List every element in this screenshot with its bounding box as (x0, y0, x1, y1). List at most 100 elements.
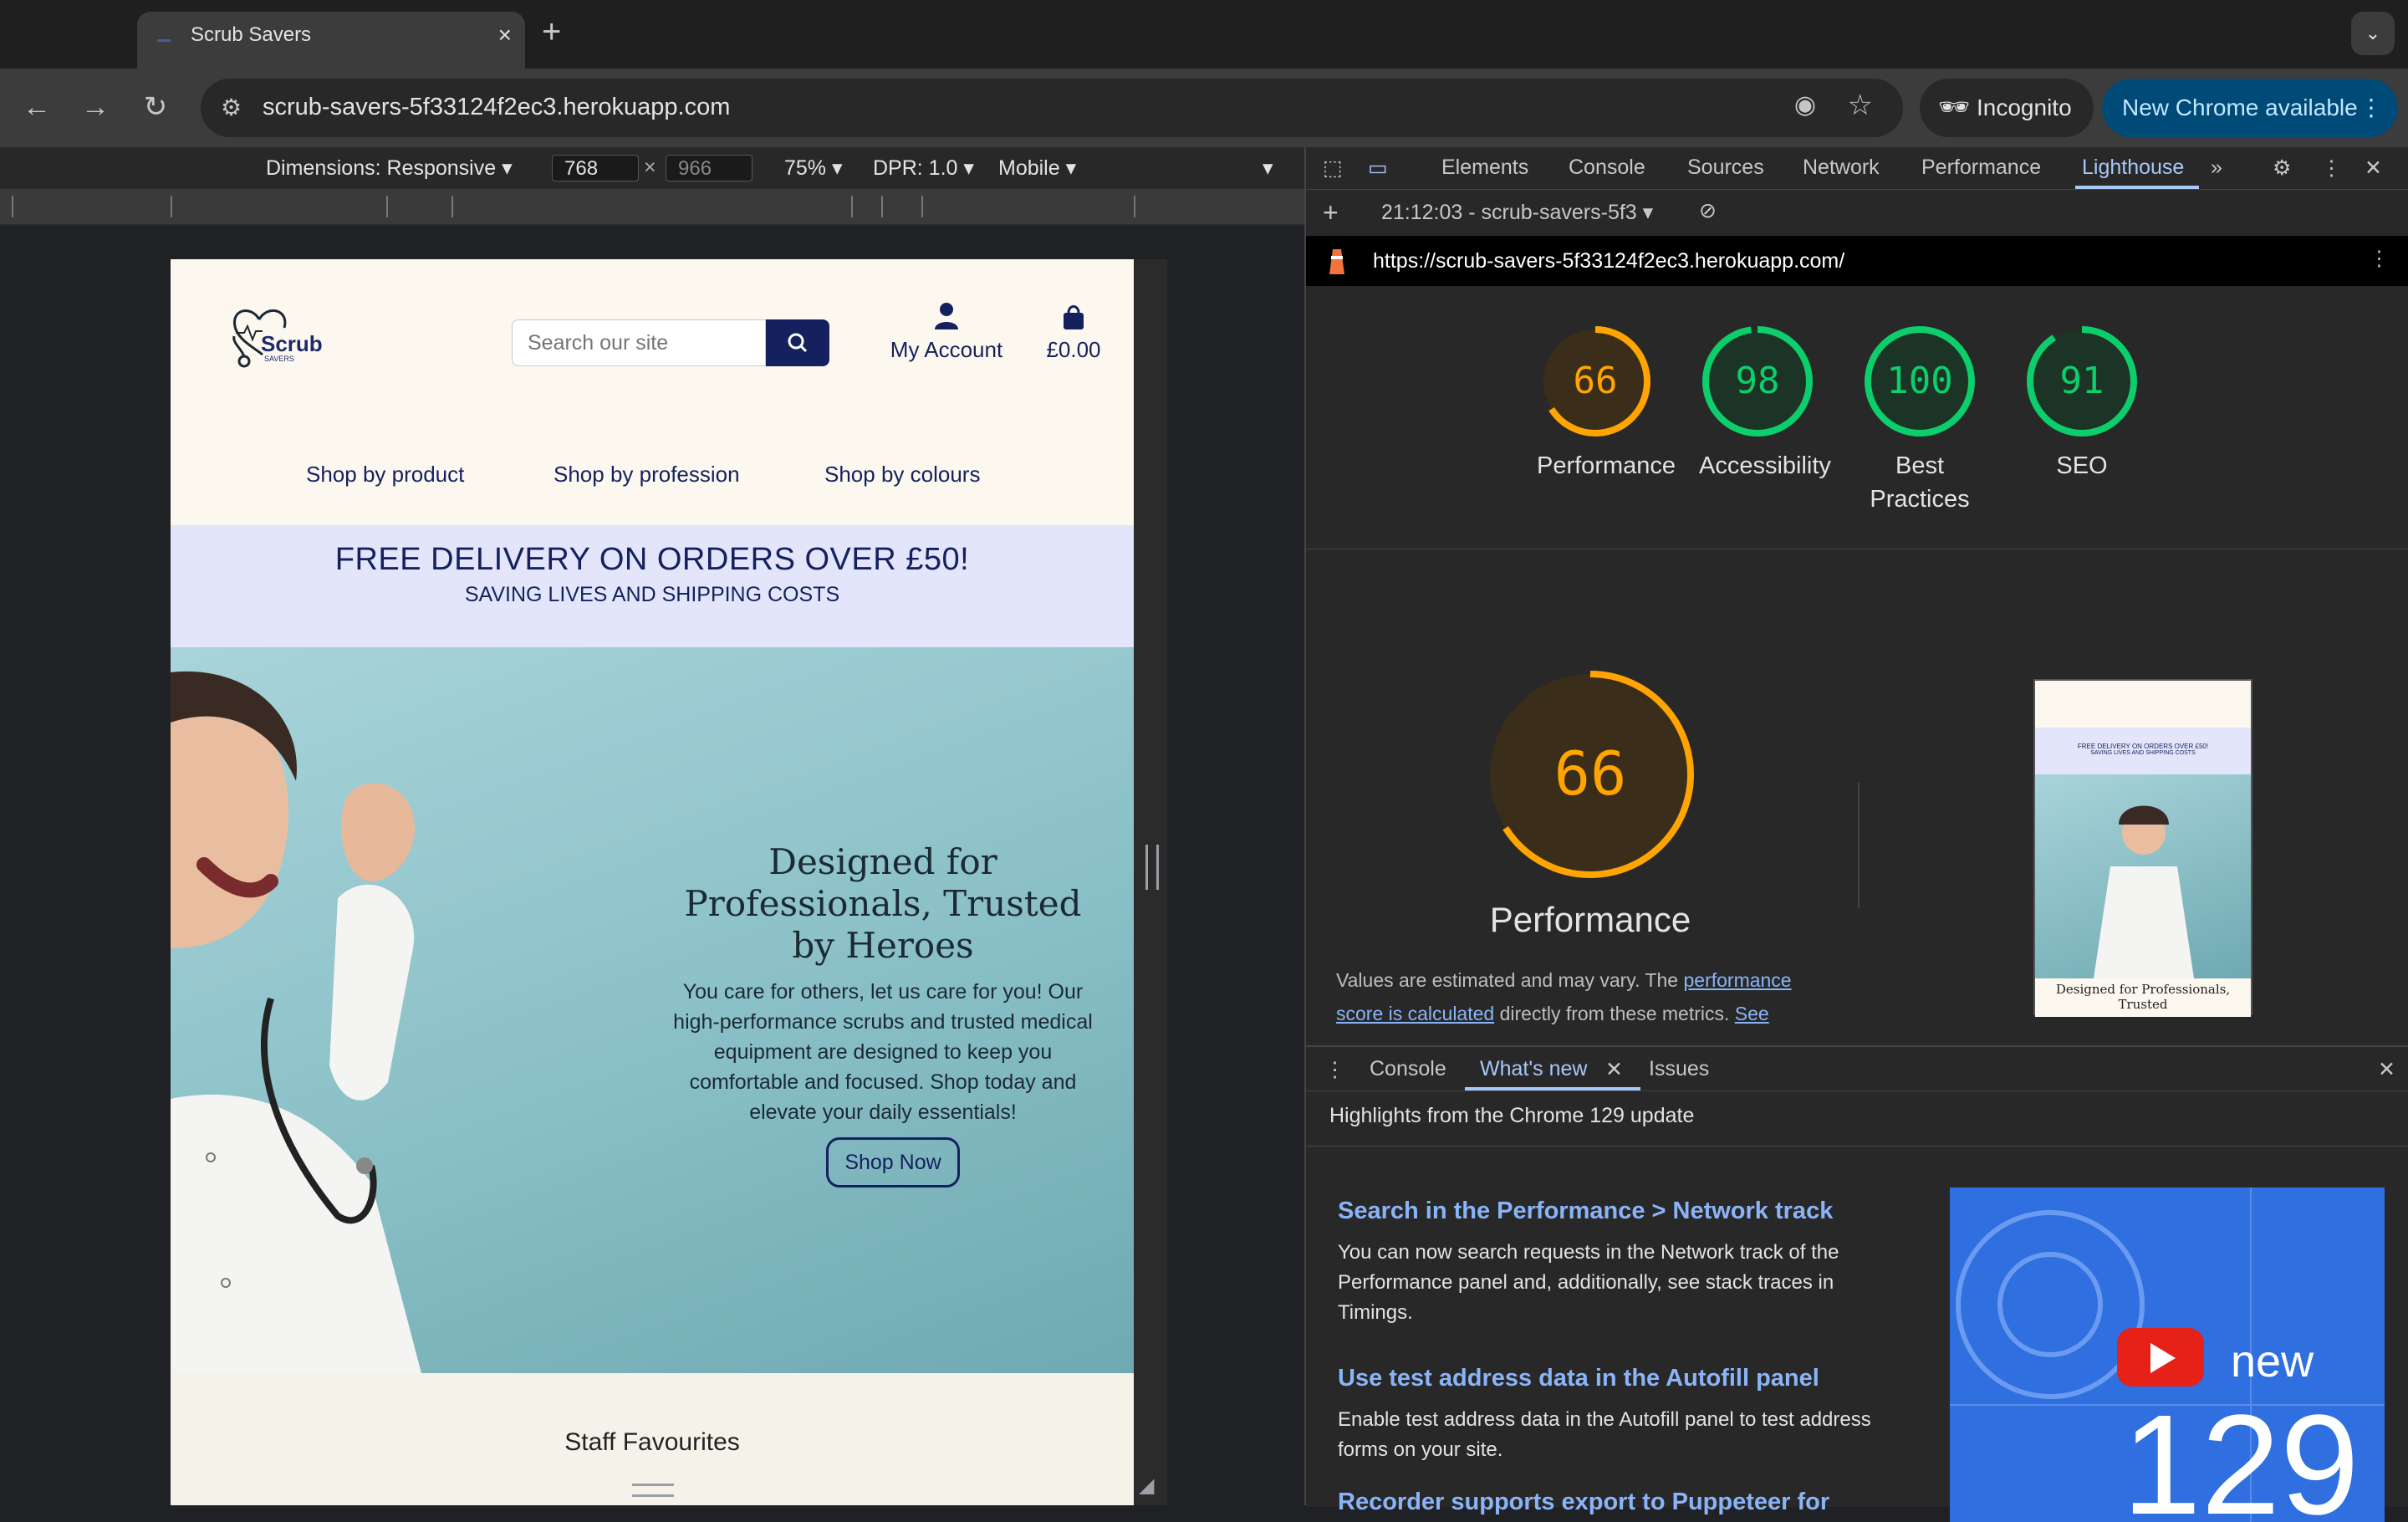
hero-title: Designed for Professionals, Trusted by H… (684, 841, 1082, 966)
whats-new-video-thumbnail[interactable]: new 129 (1950, 1187, 2385, 1522)
score-gauge-best-practices[interactable]: 100 Best Practices (1861, 323, 1978, 516)
report-selector[interactable]: 21:12:03 - scrub-savers-5f3 ▾ (1381, 200, 1653, 225)
browser-tab[interactable]: Scrub Savers × (137, 12, 525, 69)
highlights-heading: Highlights from the Chrome 129 update (1329, 1104, 1695, 1127)
clear-reports-icon[interactable]: ⊘ (1699, 198, 1717, 223)
resize-handle-right[interactable] (1145, 845, 1159, 890)
more-options-icon[interactable]: ▾ (1263, 156, 1273, 181)
tab-elements[interactable]: Elements (1441, 156, 1528, 180)
close-whats-new-icon[interactable]: ✕ (1605, 1057, 1623, 1082)
mode-label: Mobile (998, 156, 1060, 180)
delivery-banner: FREE DELIVERY ON ORDERS OVER £50! SAVING… (171, 525, 1134, 647)
device-toolbar: Dimensions: Responsive ▾ 768 × 966 75% ▾… (0, 147, 1304, 189)
media-query-ruler[interactable] (0, 189, 1304, 226)
dimensions-dropdown[interactable]: Dimensions: Responsive ▾ (266, 156, 513, 181)
zoom-dropdown[interactable]: 75% ▾ (784, 156, 843, 181)
score-value: 98 (1736, 360, 1780, 402)
banner-title: FREE DELIVERY ON ORDERS OVER £50! (334, 542, 970, 577)
drawer-tabbar: ⋮ Console What's new ✕ Issues ✕ (1306, 1047, 2408, 1091)
favicon-icon (156, 32, 172, 49)
height-input[interactable]: 966 (666, 155, 752, 181)
shopping-bag-icon (1064, 305, 1084, 329)
video-version-label: 129 (2122, 1386, 2360, 1522)
resize-corner-icon[interactable]: ◢ (1139, 1473, 1154, 1498)
eye-off-icon[interactable]: ◉ (1794, 90, 1816, 120)
score-gauge-seo[interactable]: 91 SEO (2023, 323, 2140, 483)
mode-dropdown[interactable]: Mobile ▾ (998, 156, 1076, 181)
drawer-tab-whats-new[interactable]: What's new (1480, 1057, 1587, 1081)
video-new-label: new (2231, 1336, 2314, 1387)
performance-note: Values are estimated and may vary. The p… (1336, 963, 1838, 1030)
dpr-dropdown[interactable]: DPR: 1.0 ▾ (873, 156, 974, 181)
tab-performance[interactable]: Performance (1921, 156, 2041, 180)
close-drawer-icon[interactable]: ✕ (2378, 1057, 2395, 1082)
tab-search-icon[interactable]: ⌄ (2351, 12, 2395, 55)
cart-link[interactable]: £0.00 (1023, 301, 1124, 363)
cart-total: £0.00 (1046, 337, 1101, 362)
nav-shop-by-profession[interactable]: Shop by profession (554, 462, 740, 488)
menu-dots-icon[interactable]: ⋮ (2360, 79, 2383, 137)
new-report-icon[interactable]: + (1323, 197, 1339, 228)
thumb-banner: FREE DELIVERY ON ORDERS OVER £50! (2077, 743, 2209, 750)
nav-shop-by-colours[interactable]: Shop by colours (824, 462, 980, 488)
close-devtools-icon[interactable]: ✕ (2365, 156, 2382, 181)
gauge-ring: 91 (2027, 326, 2137, 437)
devtools-tabbar: ⬚ ▭ Elements Console Sources Network Per… (1306, 147, 2408, 190)
drawer-tab-issues[interactable]: Issues (1649, 1057, 1709, 1081)
dpr-label: DPR: 1.0 (873, 156, 958, 180)
logo-text: Scrub (261, 331, 323, 356)
drawer-menu-icon[interactable]: ⋮ (1324, 1057, 1345, 1082)
report-menu-icon[interactable]: ⋮ (2369, 246, 2390, 271)
device-toggle-icon[interactable]: ▭ (1368, 156, 1388, 181)
bookmark-star-icon[interactable]: ☆ (1848, 89, 1873, 122)
report-url-bar: https://scrub-savers-5f33124f2ec3.heroku… (1306, 236, 2408, 286)
more-tabs-icon[interactable]: » (2211, 156, 2222, 180)
see-link[interactable]: See (1735, 1003, 1769, 1024)
site-search-input[interactable] (512, 319, 766, 366)
update-button[interactable]: New Chrome available ⋮ (2102, 79, 2398, 137)
new-tab-icon[interactable]: + (542, 13, 561, 50)
devtools-menu-icon[interactable]: ⋮ (2321, 156, 2342, 181)
url-text: scrub-savers-5f33124f2ec3.herokuapp.com (263, 94, 731, 120)
forward-icon[interactable]: → (77, 89, 114, 125)
whats-new-body: You can now search requests in the Netwo… (1338, 1241, 1839, 1324)
whats-new-title[interactable]: Use test address data in the Autofill pa… (1338, 1365, 1819, 1392)
reload-icon[interactable]: ↻ (137, 89, 174, 125)
inspect-element-icon[interactable]: ⬚ (1323, 156, 1343, 181)
whats-new-body: Enable test address data in the Autofill… (1338, 1408, 1871, 1461)
my-account-link[interactable]: My Account (863, 301, 1030, 363)
settings-gear-icon[interactable]: ⚙ (2273, 156, 2291, 181)
site-search-button[interactable] (766, 319, 829, 366)
tab-title: Scrub Savers (191, 23, 312, 46)
tab-lighthouse[interactable]: Lighthouse (2082, 156, 2184, 180)
close-tab-icon[interactable]: × (498, 22, 512, 49)
score-label: Performance (1537, 452, 1676, 479)
gauge-ring: 66 (1487, 671, 1694, 878)
note-text-2: directly from these metrics. (1494, 1003, 1735, 1024)
width-input[interactable]: 768 (552, 155, 639, 181)
site-info-icon[interactable]: ⚙ (221, 94, 242, 121)
address-bar[interactable]: ⚙ scrub-savers-5f33124f2ec3.herokuapp.co… (201, 79, 1903, 137)
big-score-value: 66 (1554, 738, 1627, 809)
page-screenshot-thumbnail[interactable]: FREE DELIVERY ON ORDERS OVER £50! SAVING… (2033, 679, 2252, 1017)
tab-network[interactable]: Network (1803, 156, 1880, 180)
back-icon[interactable]: ← (18, 89, 55, 125)
score-gauge-performance[interactable]: 66 Performance (1537, 323, 1676, 483)
tab-console[interactable]: Console (1569, 156, 1645, 180)
shop-now-button[interactable]: Shop Now (826, 1137, 960, 1187)
dimensions-label: Dimensions: Responsive (266, 156, 497, 180)
score-label: SEO (2056, 452, 2108, 479)
browser-toolbar: ← → ↻ ⚙ scrub-savers-5f33124f2ec3.heroku… (0, 69, 2408, 147)
incognito-button[interactable]: 🕶 Incognito (1920, 79, 2094, 137)
tab-sources[interactable]: Sources (1687, 156, 1764, 180)
report-url[interactable]: https://scrub-savers-5f33124f2ec3.heroku… (1373, 249, 1844, 273)
drawer-tab-console[interactable]: Console (1370, 1057, 1446, 1081)
whats-new-title[interactable]: Recorder supports export to Puppeteer fo… (1338, 1489, 1829, 1516)
score-value: 66 (1574, 360, 1618, 402)
video-art: new 129 (1950, 1187, 2385, 1522)
nav-shop-by-product[interactable]: Shop by product (306, 462, 464, 488)
whats-new-title[interactable]: Search in the Performance > Network trac… (1338, 1198, 1833, 1225)
divider (1306, 1146, 2408, 1147)
resize-handle-bottom[interactable] (632, 1484, 674, 1497)
score-gauge-accessibility[interactable]: 98 Accessibility (1699, 323, 1831, 483)
